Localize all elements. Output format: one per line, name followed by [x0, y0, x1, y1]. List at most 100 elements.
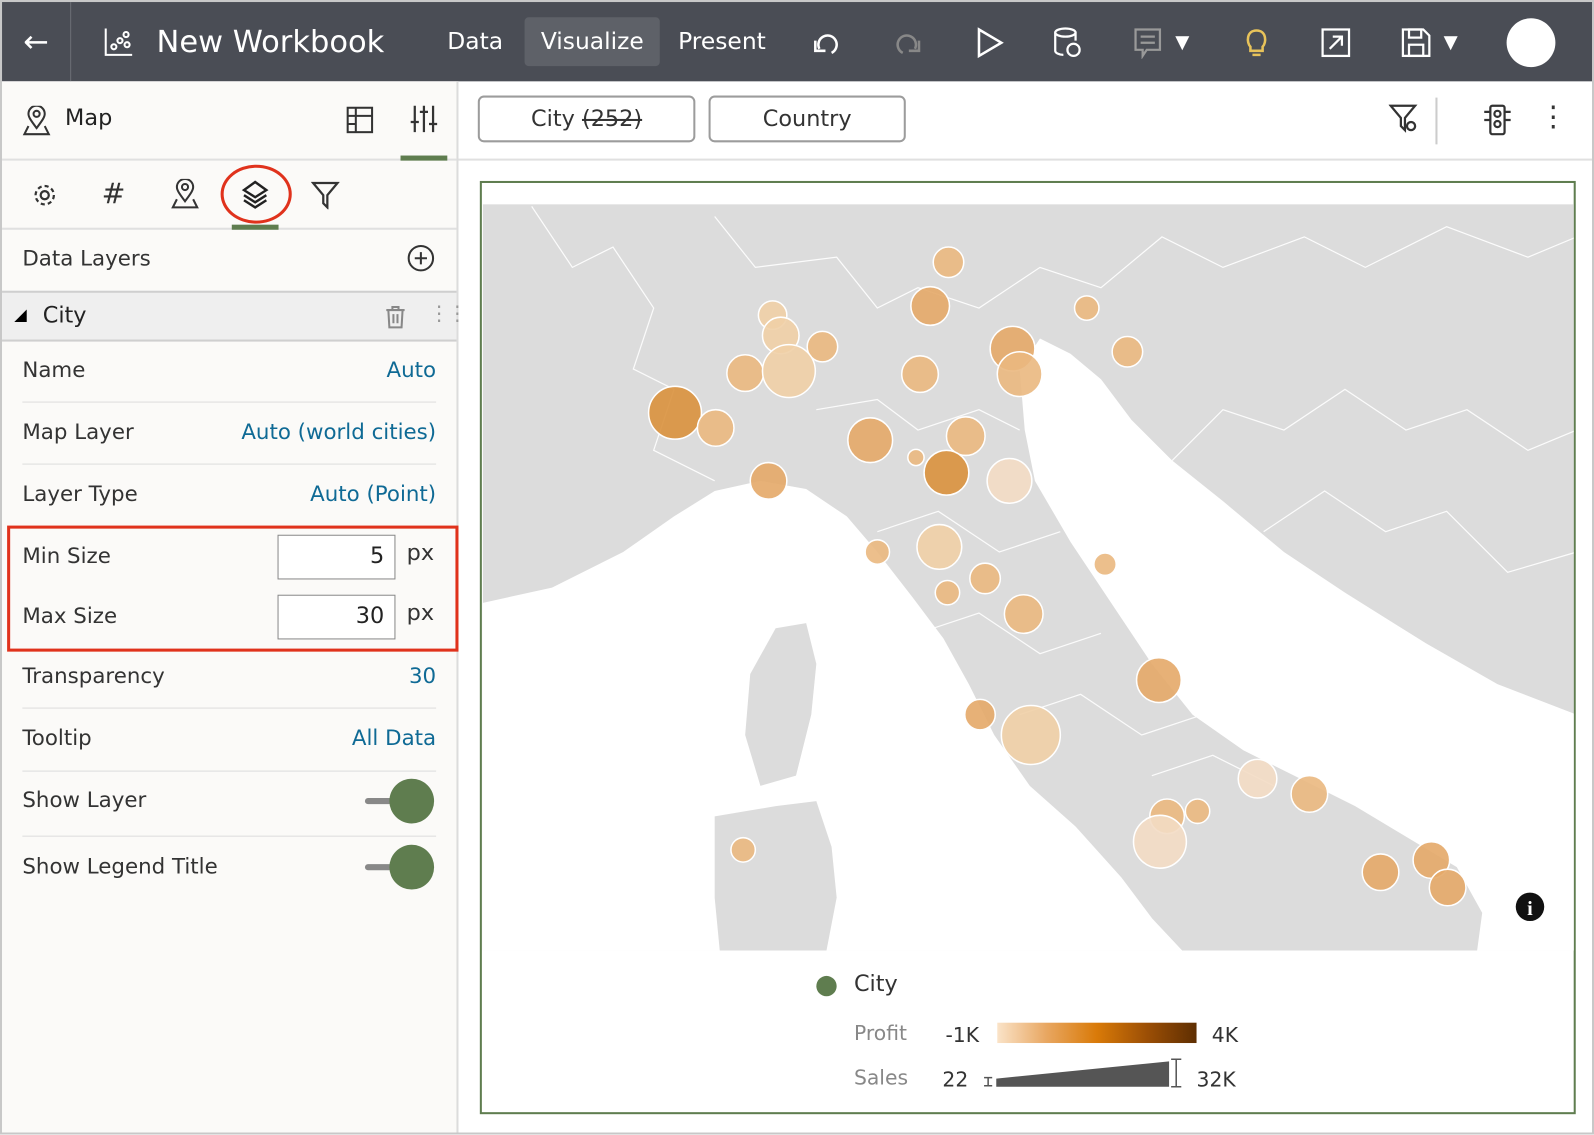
- workbook-title: New Workbook: [104, 2, 384, 81]
- highlight-circle: [220, 164, 292, 224]
- map-pin-icon: [22, 105, 51, 136]
- undo-icon[interactable]: [811, 26, 844, 59]
- city-bubble[interactable]: [730, 836, 757, 863]
- map-pin-tab-icon[interactable]: [171, 178, 199, 209]
- city-bubble[interactable]: [910, 285, 951, 327]
- more-options-icon[interactable]: ⋮: [1539, 100, 1567, 134]
- max-size-unit: px: [406, 600, 435, 627]
- legend-profit-label: Profit: [853, 1020, 907, 1046]
- city-bubble[interactable]: [761, 343, 817, 399]
- city-bubble[interactable]: [945, 416, 986, 457]
- legend-city-dot: [816, 975, 837, 997]
- city-bubble[interactable]: [986, 457, 1033, 504]
- scatter-chart-icon: [104, 28, 133, 56]
- city-bubble[interactable]: [932, 246, 965, 279]
- city-bubble[interactable]: [847, 417, 894, 464]
- map-canvas[interactable]: i: [482, 183, 1577, 1112]
- refresh-data-icon[interactable]: [1051, 26, 1084, 59]
- save-icon[interactable]: [1400, 26, 1433, 59]
- svg-text:i: i: [1527, 898, 1533, 920]
- trash-icon[interactable]: [384, 305, 406, 329]
- back-button[interactable]: ←: [2, 2, 72, 82]
- city-bubble[interactable]: [900, 355, 940, 394]
- nav-present[interactable]: Present: [662, 17, 782, 66]
- add-layer-icon[interactable]: [407, 244, 435, 272]
- city-bubble[interactable]: [647, 385, 703, 440]
- lightbulb-icon[interactable]: [1240, 26, 1273, 59]
- city-bubble[interactable]: [996, 350, 1043, 398]
- city-bubble[interactable]: [1428, 868, 1467, 907]
- transparency-value[interactable]: 30: [409, 664, 436, 688]
- name-value[interactable]: Auto: [387, 358, 437, 382]
- city-bubble[interactable]: [969, 562, 1002, 595]
- layout-icon[interactable]: [346, 106, 374, 134]
- show-layer-toggle[interactable]: [364, 778, 435, 824]
- prop-layer-type: Layer Type Auto (Point): [22, 481, 437, 507]
- legend-sales-min: 22: [942, 1067, 969, 1092]
- city-bubble[interactable]: [696, 408, 735, 448]
- city-bubble[interactable]: [934, 579, 961, 606]
- layer-header-city[interactable]: ◢ City ⋮⋮: [2, 290, 468, 342]
- drag-handle-icon[interactable]: ⋮⋮: [429, 301, 468, 325]
- traffic-light-icon[interactable]: [1482, 104, 1512, 137]
- legend-title: City: [853, 971, 898, 998]
- show-legend-title-toggle[interactable]: [364, 844, 435, 890]
- export-icon[interactable]: [1320, 26, 1353, 59]
- city-bubble[interactable]: [1093, 552, 1117, 577]
- city-bubble[interactable]: [963, 698, 997, 731]
- city-bubble[interactable]: [864, 539, 891, 565]
- city-bubble[interactable]: [1290, 774, 1329, 814]
- city-bubble[interactable]: [907, 448, 925, 467]
- filter-settings-icon[interactable]: [1388, 104, 1419, 134]
- viz-type-label: Map: [65, 105, 113, 132]
- city-bubble[interactable]: [1237, 758, 1278, 799]
- collapse-triangle-icon[interactable]: ◢: [14, 305, 27, 324]
- tooltip-value[interactable]: All Data: [352, 726, 436, 750]
- top-bar: ← New Workbook Data Visualize Present ▼ …: [2, 2, 1592, 82]
- map-visualization[interactable]: i: [479, 180, 1577, 1115]
- city-bubble[interactable]: [1000, 704, 1062, 766]
- properties-sliders-icon[interactable]: [409, 104, 439, 134]
- profit-color-scale: [997, 1022, 1197, 1044]
- property-tabs: #: [2, 161, 457, 230]
- city-bubble[interactable]: [1361, 853, 1400, 892]
- prop-tooltip: Tooltip All Data: [22, 725, 437, 751]
- legend-sales-label: Sales: [853, 1065, 909, 1090]
- min-size-input[interactable]: 5: [277, 534, 396, 580]
- comment-icon[interactable]: [1132, 26, 1165, 59]
- comment-dropdown-icon[interactable]: ▼: [1175, 2, 1189, 81]
- sardinia: [714, 801, 837, 951]
- user-avatar[interactable]: [1506, 18, 1556, 68]
- city-bubble[interactable]: [726, 354, 765, 393]
- city-bubble[interactable]: [1003, 593, 1044, 635]
- city-bubble[interactable]: [1111, 335, 1144, 368]
- pill-city[interactable]: City (252): [477, 95, 696, 143]
- nav-visualize[interactable]: Visualize: [524, 17, 661, 67]
- save-dropdown-icon[interactable]: ▼: [1444, 2, 1458, 81]
- city-bubble[interactable]: [916, 523, 963, 571]
- city-bubble[interactable]: [923, 449, 970, 496]
- city-bubble[interactable]: [1184, 798, 1211, 825]
- city-bubble[interactable]: [749, 461, 788, 500]
- filter-icon[interactable]: [311, 181, 340, 210]
- map-layer-value[interactable]: Auto (world cities): [241, 420, 436, 444]
- min-size-unit: px: [406, 540, 435, 567]
- arrow-left-icon: ←: [23, 23, 49, 60]
- layer-name: City: [42, 302, 87, 329]
- play-icon[interactable]: [973, 26, 1006, 59]
- max-size-input[interactable]: 30: [277, 594, 396, 640]
- city-bubble[interactable]: [1073, 295, 1100, 321]
- layer-type-value[interactable]: Auto (Point): [310, 482, 436, 506]
- city-bubble[interactable]: [1135, 656, 1183, 704]
- gear-icon[interactable]: [30, 181, 58, 209]
- city-bubble[interactable]: [1132, 814, 1188, 869]
- hash-icon[interactable]: #: [102, 177, 126, 211]
- panel-header: Map: [2, 81, 457, 161]
- nav-data[interactable]: Data: [431, 17, 519, 66]
- legend-sales-max: 32K: [1196, 1067, 1236, 1092]
- legend-profit-min: -1K: [945, 1022, 980, 1048]
- prop-transparency: Transparency 30: [22, 663, 437, 689]
- properties-panel: Map # Data Layers ◢ City ⋮⋮ Name Auto Map…: [2, 81, 468, 1133]
- redo-icon[interactable]: [891, 26, 924, 59]
- pill-country[interactable]: Country: [708, 95, 906, 143]
